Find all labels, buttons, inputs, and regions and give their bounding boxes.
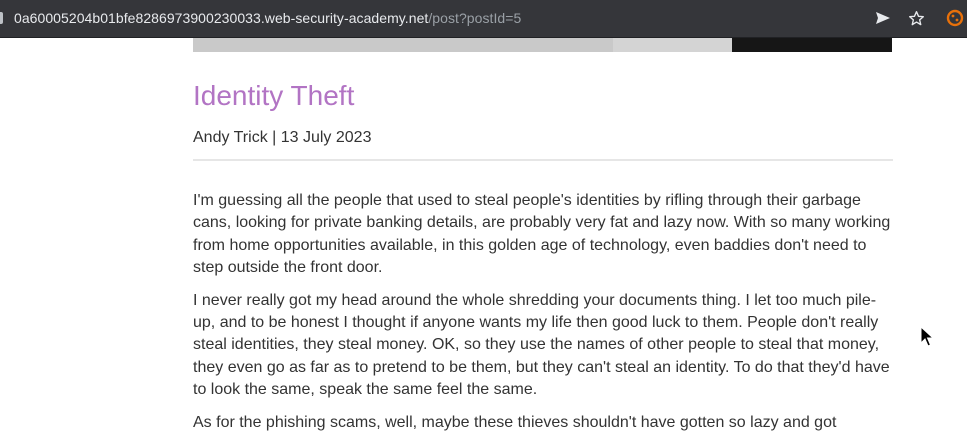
mouse-cursor-icon (920, 325, 935, 348)
post-paragraph: As for the phishing scams, well, maybe t… (193, 413, 837, 431)
url-path: /post?postId=5 (428, 10, 522, 26)
divider (193, 159, 893, 161)
url-field[interactable]: 0a60005204b01bfe8286973900230033.web-sec… (14, 10, 521, 26)
post-paragraph: I'm guessing all the people that used to… (193, 192, 891, 277)
send-icon[interactable] (874, 9, 892, 27)
post-paragraph: I never really got my head around the wh… (193, 291, 890, 399)
extension-icon[interactable] (946, 9, 964, 27)
post-title: Identity Theft (193, 80, 355, 111)
browser-address-bar: 0a60005204b01bfe8286973900230033.web-sec… (0, 0, 967, 38)
site-info-icon[interactable] (0, 12, 3, 24)
post-header-image (193, 38, 892, 52)
bookmark-star-icon[interactable] (907, 9, 925, 27)
post-body: I'm guessing all the people that used to… (193, 190, 895, 444)
url-host: 0a60005204b01bfe8286973900230033.web-sec… (14, 10, 429, 26)
post-byline: Andy Trick | 13 July 2023 (193, 129, 372, 146)
